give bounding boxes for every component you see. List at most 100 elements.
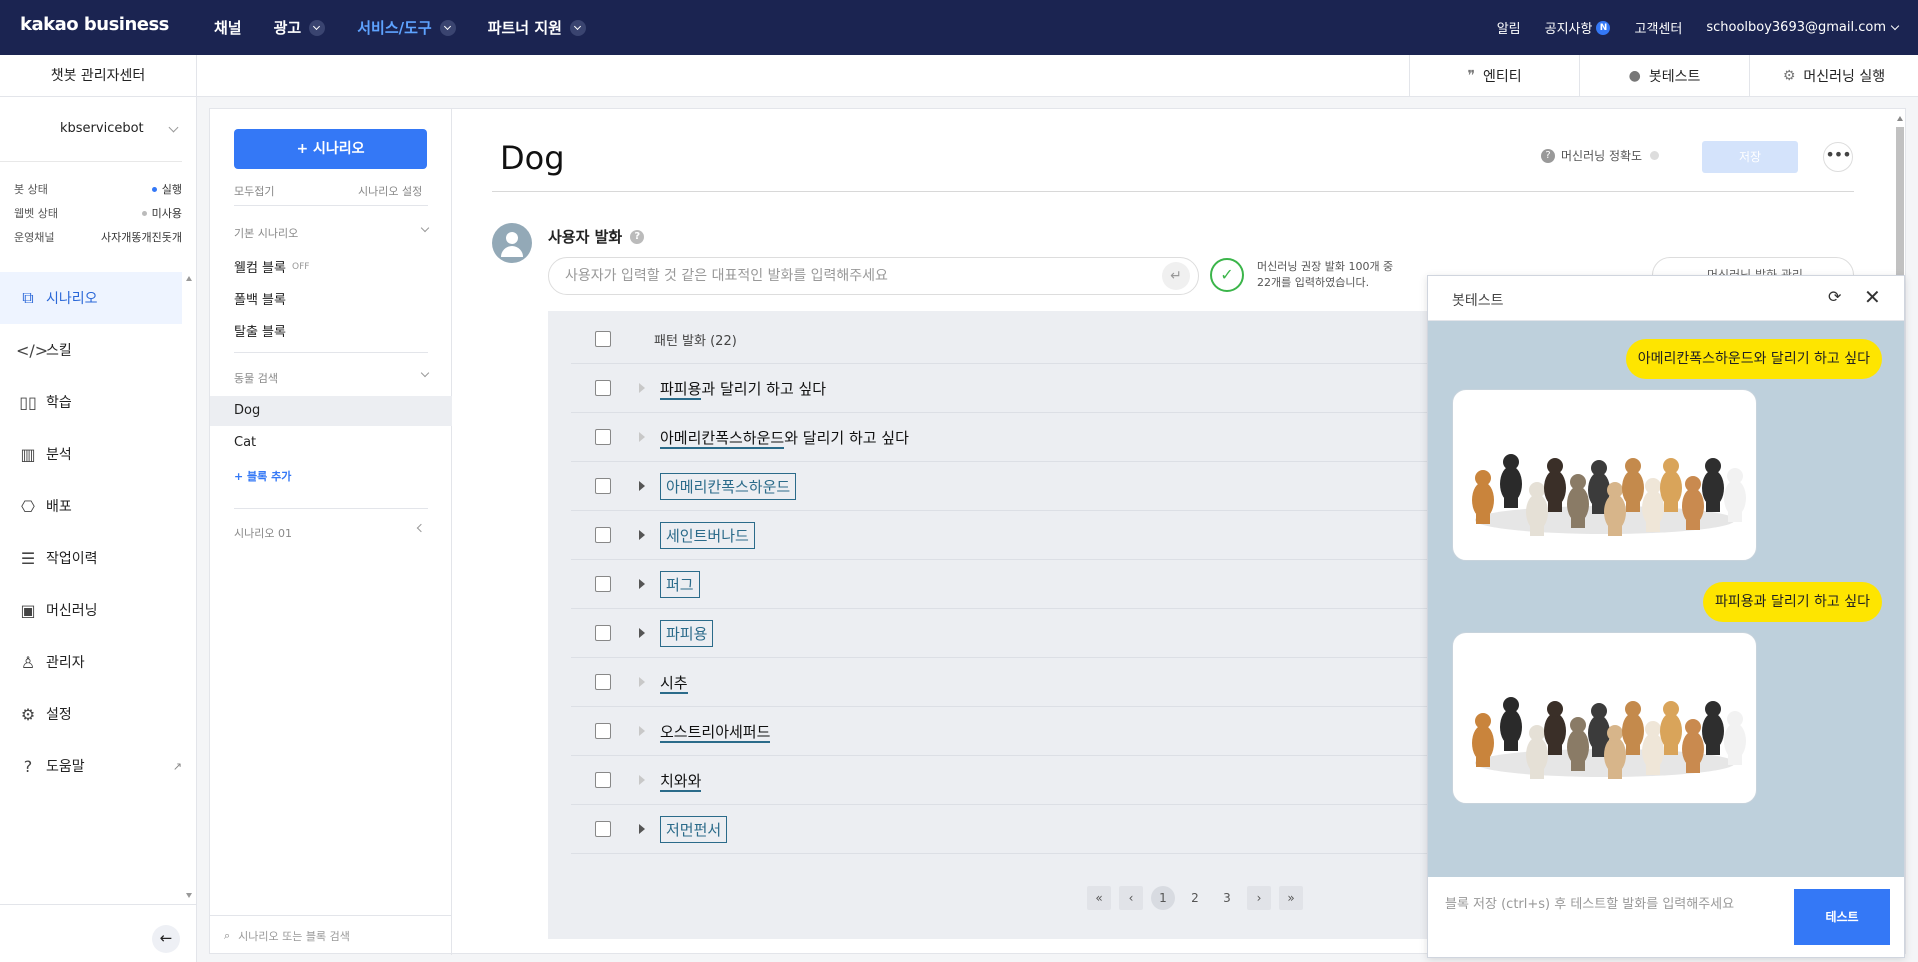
block-title[interactable]: Dog	[500, 139, 565, 177]
pattern-text[interactable]: 시추	[660, 672, 688, 694]
row-checkbox[interactable]	[595, 821, 611, 837]
next-page-button[interactable]: ›	[1247, 886, 1271, 910]
enter-icon[interactable]: ↵	[1162, 262, 1190, 290]
support-link[interactable]: 고객센터	[1634, 18, 1682, 37]
sidebar-item-ml[interactable]: ▣ 머신러닝	[0, 584, 182, 636]
account-menu[interactable]: schoolboy3693@gmail.com	[1706, 20, 1900, 35]
alarm-link[interactable]: 알림	[1497, 18, 1521, 37]
entity-label: 엔티티	[1482, 69, 1522, 85]
expand-caret-icon[interactable]	[639, 628, 645, 638]
utterance-input[interactable]: 사용자가 입력할 것 같은 대표적인 발화를 입력해주세요 ↵	[548, 257, 1199, 295]
sidebar-item-deploy[interactable]: ⎔ 배포	[0, 480, 182, 532]
test-send-button[interactable]: 테스트	[1794, 889, 1890, 945]
row-checkbox[interactable]	[595, 625, 611, 641]
entity-tag[interactable]: 저먼펀서	[660, 815, 728, 843]
row-checkbox[interactable]	[595, 527, 611, 543]
entity-tag[interactable]: 시추	[660, 673, 688, 694]
ml-run-button[interactable]: ⚙ 머신러닝 실행	[1749, 55, 1918, 97]
refresh-icon[interactable]: ⟳	[1828, 287, 1841, 306]
row-checkbox[interactable]	[595, 723, 611, 739]
sidebar-item-settings[interactable]: ⚙ 설정	[0, 688, 182, 740]
entity-tag[interactable]: 파피용	[660, 619, 714, 647]
last-page-button[interactable]: »	[1279, 886, 1303, 910]
image-card[interactable]	[1452, 632, 1757, 804]
group-s01-header[interactable]: 시나리오 01	[234, 523, 428, 541]
pattern-text[interactable]: 오스트리아세퍼드	[660, 721, 771, 743]
ml-note-line1: 머신러닝 권장 발화 100개 중	[1257, 260, 1394, 273]
row-checkbox[interactable]	[595, 772, 611, 788]
chatbot-admin-title[interactable]: 챗봇 관리자센터	[0, 55, 197, 97]
row-checkbox[interactable]	[595, 429, 611, 445]
add-block-link[interactable]: + 블록 추가	[234, 468, 291, 484]
expand-caret-icon[interactable]	[639, 530, 645, 540]
pattern-text[interactable]: 아메리칸폭스하운드	[660, 472, 797, 500]
menu-ads[interactable]: 광고	[274, 17, 326, 38]
menu-services-tools[interactable]: 서비스/도구	[357, 17, 456, 38]
pattern-text[interactable]: 저먼펀서	[660, 815, 728, 843]
more-options-button[interactable]: •••	[1823, 142, 1853, 172]
block-welcome[interactable]: 웰컴 블록 OFF	[234, 257, 309, 276]
scenario-search[interactable]: ⌕ 시나리오 또는 블록 검색	[210, 915, 452, 955]
expand-caret-icon[interactable]	[639, 481, 645, 491]
pattern-text[interactable]: 세인트버나드	[660, 521, 755, 549]
entity-tag[interactable]: 치와와	[660, 771, 702, 792]
select-all-checkbox[interactable]	[595, 331, 611, 347]
page-2-button[interactable]: 2	[1183, 886, 1207, 910]
sidebar-item-skill[interactable]: </> 스킬	[0, 324, 182, 376]
expand-caret-icon[interactable]	[639, 579, 645, 589]
pattern-text[interactable]: 치와와	[660, 770, 702, 792]
add-scenario-button[interactable]: + 시나리오	[234, 129, 427, 169]
entity-tag[interactable]: 세인트버나드	[660, 521, 755, 549]
notice-link[interactable]: 공지사항 N	[1545, 18, 1611, 37]
pattern-text[interactable]: 파피용과 달리기 하고 싶다	[660, 378, 826, 400]
save-button[interactable]: 저장	[1702, 141, 1798, 173]
row-checkbox[interactable]	[595, 478, 611, 494]
block-exit[interactable]: 탈출 블록	[234, 321, 286, 340]
bottest-input[interactable]: 블록 저장 (ctrl+s) 후 테스트할 발화를 입력해주세요 테스트	[1428, 877, 1904, 957]
entity-tag[interactable]: 오스트리아세퍼드	[660, 722, 771, 743]
block-fallback[interactable]: 폴백 블록	[234, 289, 286, 308]
prev-page-button[interactable]: ‹	[1119, 886, 1143, 910]
entity-button[interactable]: ❞ 엔티티	[1409, 55, 1579, 97]
sidebar-item-history[interactable]: ☰ 작업이력	[0, 532, 182, 584]
search-icon: ⌕	[224, 928, 231, 942]
collapse-all-link[interactable]: 모두접기	[234, 183, 274, 199]
row-checkbox[interactable]	[595, 576, 611, 592]
block-cat[interactable]: Cat	[234, 435, 256, 450]
page-1-button[interactable]: 1	[1151, 886, 1175, 910]
sidebar-item-scenario[interactable]: ⧉ 시나리오	[0, 272, 182, 324]
page-3-button[interactable]: 3	[1215, 886, 1239, 910]
first-page-button[interactable]: «	[1087, 886, 1111, 910]
row-checkbox[interactable]	[595, 380, 611, 396]
bot-selector[interactable]: kbservicebot	[60, 121, 179, 136]
group-animal-header[interactable]: 동물 검색	[234, 368, 430, 386]
menu-partner-support[interactable]: 파트너 지원	[488, 17, 586, 38]
close-icon[interactable]: ✕	[1864, 285, 1881, 309]
pattern-text[interactable]: 퍼그	[660, 570, 700, 598]
collapse-sidebar-button[interactable]: ←	[152, 925, 180, 953]
expand-caret-icon[interactable]	[639, 824, 645, 834]
question-icon[interactable]: ?	[630, 229, 645, 244]
entity-tag[interactable]: 퍼그	[660, 570, 700, 598]
entity-tag[interactable]: 아메리칸폭스하운드	[660, 472, 797, 500]
sidebar-item-learning[interactable]: ▯▯ 학습	[0, 376, 182, 428]
utterance-placeholder: 사용자가 입력할 것 같은 대표적인 발화를 입력해주세요	[565, 268, 888, 284]
pattern-text[interactable]: 파피용	[660, 619, 714, 647]
kakao-business-logo[interactable]: kakao business	[20, 14, 169, 35]
menu-channel[interactable]: 채널	[214, 17, 242, 38]
row-checkbox[interactable]	[595, 674, 611, 690]
image-card[interactable]	[1452, 389, 1757, 561]
sidebar-item-help[interactable]: ? 도움말 ↗	[0, 740, 182, 792]
sidebar-scrollbar[interactable]	[182, 267, 196, 907]
group-basic-header[interactable]: 기본 시나리오	[234, 223, 430, 241]
sidebar-item-analysis[interactable]: ▥ 분석	[0, 428, 182, 480]
entity-tag[interactable]: 아메리칸폭스하운드	[660, 428, 785, 449]
scenario-settings-link[interactable]: 시나리오 설정	[358, 183, 422, 199]
sidebar-item-admin[interactable]: ♙ 관리자	[0, 636, 182, 688]
question-icon[interactable]: ?	[1541, 148, 1555, 163]
group-basic-label: 기본 시나리오	[234, 227, 299, 240]
pattern-text[interactable]: 아메리칸폭스하운드와 달리기 하고 싶다	[660, 427, 909, 449]
bottest-button[interactable]: ● 봇테스트	[1579, 55, 1749, 97]
entity-tag[interactable]: 파피용	[660, 379, 702, 400]
block-dog[interactable]: Dog	[234, 403, 260, 418]
